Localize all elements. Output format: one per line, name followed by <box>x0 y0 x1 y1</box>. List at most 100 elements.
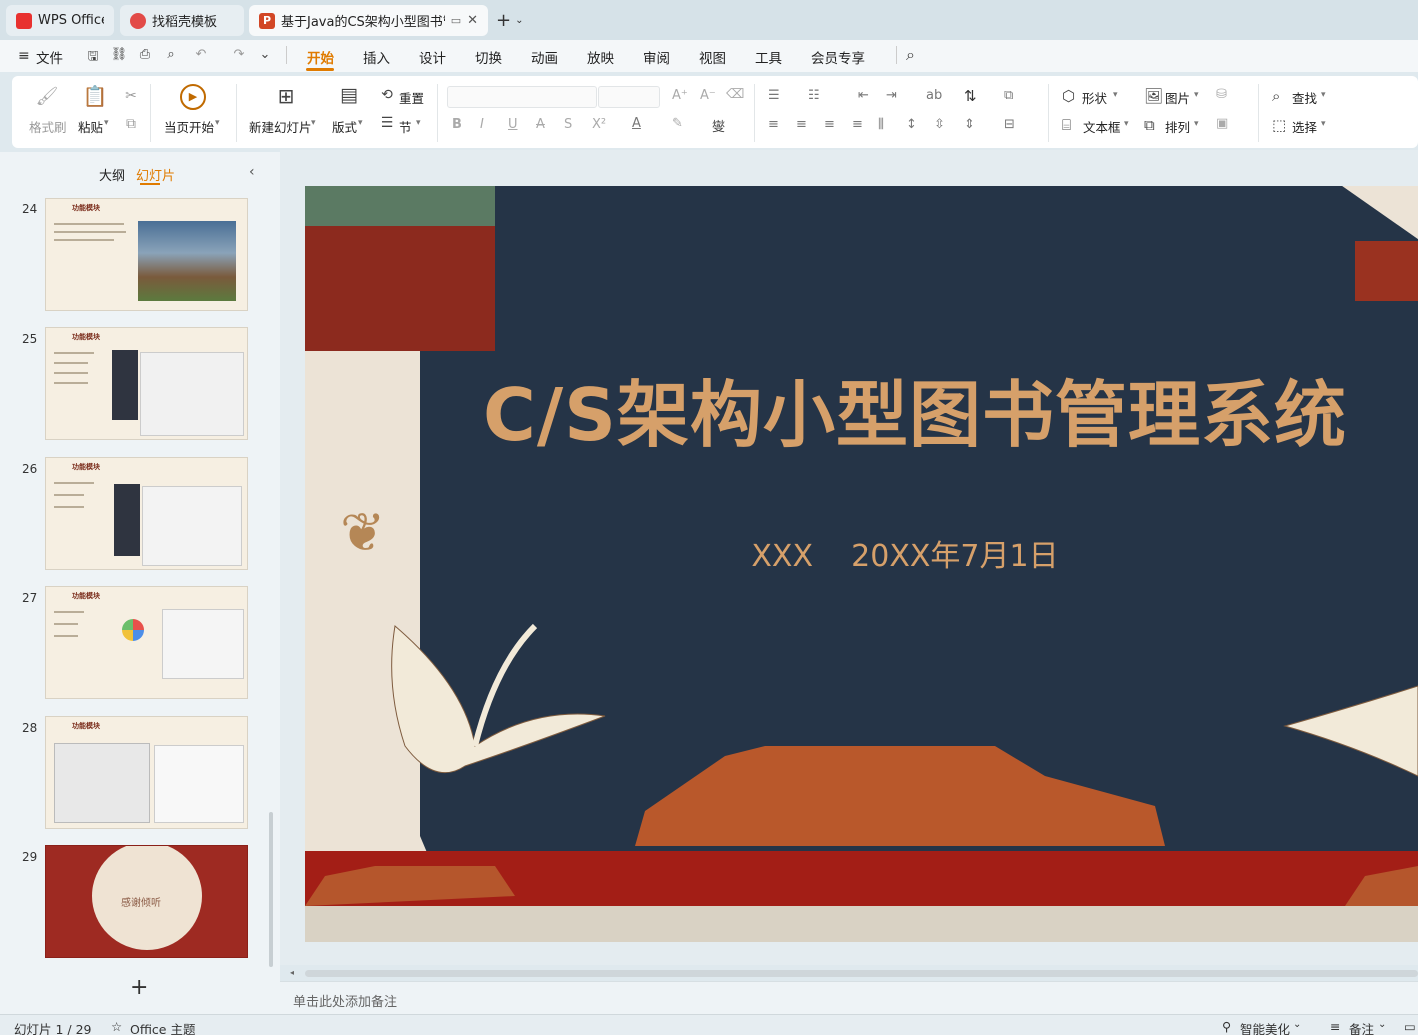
play-from-current-icon[interactable]: ▶ <box>180 84 206 110</box>
collapse-panel-icon[interactable]: ‹ <box>249 164 255 180</box>
chevron-down-icon[interactable]: ▾ <box>1124 119 1129 129</box>
phonetic-icon[interactable]: 燮 <box>712 116 725 135</box>
align-center-icon[interactable]: ≡ <box>796 117 807 132</box>
slide-thumbnail-29[interactable]: 感谢倾听 <box>45 845 248 958</box>
more-chevron-icon[interactable]: ⌄ <box>256 47 274 63</box>
arrange-icon[interactable]: ⧉ <box>1144 116 1155 134</box>
notes-icon[interactable]: ≡ <box>1330 1019 1340 1034</box>
bold-icon[interactable]: B <box>452 117 462 132</box>
chevron-down-icon[interactable]: ⌄ <box>1378 1019 1386 1030</box>
tab-slides[interactable]: 幻灯片 <box>136 165 175 184</box>
cut-icon[interactable]: ✂ <box>122 88 140 104</box>
picture-button[interactable]: 图片 <box>1165 88 1190 107</box>
fill-icon[interactable]: ⛁ <box>1216 87 1227 102</box>
convert-smartart-icon[interactable]: ⧉ <box>1004 88 1013 103</box>
arrange-button[interactable]: 排列 <box>1165 117 1190 136</box>
search-icon[interactable]: ⌕ <box>906 45 915 65</box>
format-painter-icon[interactable]: 🖌 <box>34 86 60 107</box>
section-icon[interactable]: ☰ <box>378 115 396 131</box>
shadow-icon[interactable]: S <box>564 117 572 132</box>
slide-thumbnail-28[interactable]: 功能模块 <box>45 716 248 829</box>
outdent-icon[interactable]: ⇤ <box>858 88 869 103</box>
picture-icon[interactable]: 🖼 <box>1144 87 1163 105</box>
paste-chevron-icon[interactable]: ▾ <box>104 118 109 128</box>
numbered-list-icon[interactable]: ☷ <box>808 88 820 103</box>
sort-icon[interactable]: ⇅ <box>964 87 977 105</box>
save-icon[interactable]: 🖫 <box>84 47 102 64</box>
chevron-down-icon[interactable]: ▾ <box>1113 90 1118 100</box>
print-icon[interactable]: ⎙ <box>136 47 154 63</box>
new-slide-button[interactable]: 新建幻灯片 <box>249 117 312 136</box>
menu-view[interactable]: 视图 <box>699 47 726 67</box>
font-color-icon[interactable]: A <box>632 116 641 131</box>
paragraph-spacing-icon[interactable]: ⇳ <box>934 117 945 132</box>
chevron-down-icon[interactable]: ▾ <box>311 118 316 128</box>
chevron-down-icon[interactable]: ▾ <box>1194 119 1199 129</box>
layout-button[interactable]: 版式 <box>332 117 357 136</box>
paste-icon[interactable]: 📋 <box>82 84 108 108</box>
theme-label[interactable]: Office 主题 <box>130 1019 195 1035</box>
menu-insert[interactable]: 插入 <box>363 47 390 67</box>
italic-icon[interactable]: I <box>480 117 484 132</box>
indent-icon[interactable]: ⇥ <box>886 88 897 103</box>
menu-member[interactable]: 会员专享 <box>811 47 865 67</box>
notes-button[interactable]: 备注 <box>1349 1019 1374 1035</box>
shape-icon[interactable]: ⬡ <box>1062 87 1075 105</box>
shape-button[interactable]: 形状 <box>1082 88 1107 107</box>
clear-format-icon[interactable]: ⌫ <box>726 87 744 102</box>
tab-outline[interactable]: 大纲 <box>99 165 125 184</box>
panel-scrollbar[interactable] <box>269 812 273 967</box>
text-direction-icon[interactable]: ab <box>926 88 942 103</box>
comment-icon[interactable]: ▭ <box>1404 1019 1416 1034</box>
menu-transition[interactable]: 切换 <box>475 47 502 67</box>
slide-thumbnail-25[interactable]: 功能模块 <box>45 327 248 440</box>
horizontal-scrollbar[interactable] <box>305 970 1418 977</box>
close-icon[interactable]: ✕ <box>467 13 478 28</box>
reset-button[interactable]: 重置 <box>399 88 424 107</box>
slide-title[interactable]: C/S架构小型图书管理系统 <box>445 356 1385 461</box>
section-button[interactable]: 节 <box>399 117 412 136</box>
slide-canvas[interactable]: ❦ C/S架构小型图书管理系统 XXX 20XX年7月1日 <box>305 186 1418 942</box>
link-icon[interactable]: ⛓ <box>110 47 128 63</box>
font-family-select[interactable] <box>447 86 597 108</box>
theme-icon[interactable]: ☆ <box>111 1019 122 1034</box>
bullet-list-icon[interactable]: ☰ <box>768 88 780 103</box>
smart-beautify-button[interactable]: 智能美化 <box>1240 1019 1290 1035</box>
new-tab-button[interactable]: + ⌄ <box>496 8 536 32</box>
font-size-select[interactable] <box>598 86 660 108</box>
select-icon[interactable]: ⬚ <box>1272 116 1286 134</box>
underline-icon[interactable]: U <box>508 117 518 132</box>
menu-tools[interactable]: 工具 <box>755 47 782 67</box>
new-slide-icon[interactable]: ⊞ <box>274 84 298 108</box>
chevron-down-icon[interactable]: ▾ <box>416 118 421 128</box>
layout-icon[interactable]: ▤ <box>338 84 360 106</box>
from-current-slide-button[interactable]: 当页开始 <box>164 117 214 136</box>
highlight-icon[interactable]: ✎ <box>672 116 683 131</box>
find-button[interactable]: 查找 <box>1292 88 1317 107</box>
redo-icon[interactable]: ↷ <box>230 47 248 63</box>
slide-thumbnail-26[interactable]: 功能模块 <box>45 457 248 570</box>
chevron-down-icon[interactable]: ▾ <box>1194 90 1199 100</box>
textbox-icon[interactable]: ⌸ <box>1062 116 1071 134</box>
tab-docer-templates[interactable]: 找稻壳模板 <box>120 5 244 36</box>
hamburger-icon[interactable]: ≡ <box>18 48 30 64</box>
vertical-align-icon[interactable]: ⇕ <box>964 117 975 132</box>
undo-icon[interactable]: ↶ <box>192 47 210 63</box>
chevron-down-icon[interactable]: ⌄ <box>1293 1019 1301 1030</box>
columns-icon[interactable]: ⊟ <box>1004 117 1015 132</box>
chevron-down-icon[interactable]: ▾ <box>1321 119 1326 129</box>
decrease-font-icon[interactable]: A⁻ <box>700 88 716 103</box>
slide-subtitle[interactable]: XXX 20XX年7月1日 <box>605 531 1205 575</box>
menu-home[interactable]: 开始 <box>307 47 334 67</box>
chevron-down-icon[interactable]: ▾ <box>215 118 220 128</box>
justify-icon[interactable]: ≡ <box>852 117 863 132</box>
menu-design[interactable]: 设计 <box>419 47 446 67</box>
superscript-icon[interactable]: X² <box>592 117 606 132</box>
tab-current-document[interactable]: P 基于Java的CS架构小型图书管 ▭ ✕ <box>249 5 488 36</box>
align-left-icon[interactable]: ≡ <box>768 117 779 132</box>
notes-pane[interactable] <box>280 981 1418 1014</box>
find-icon[interactable]: ⌕ <box>1272 87 1280 105</box>
strikethrough-icon[interactable]: A <box>536 117 545 132</box>
copy-icon[interactable]: ⧉ <box>122 116 140 132</box>
menu-review[interactable]: 审阅 <box>643 47 670 67</box>
